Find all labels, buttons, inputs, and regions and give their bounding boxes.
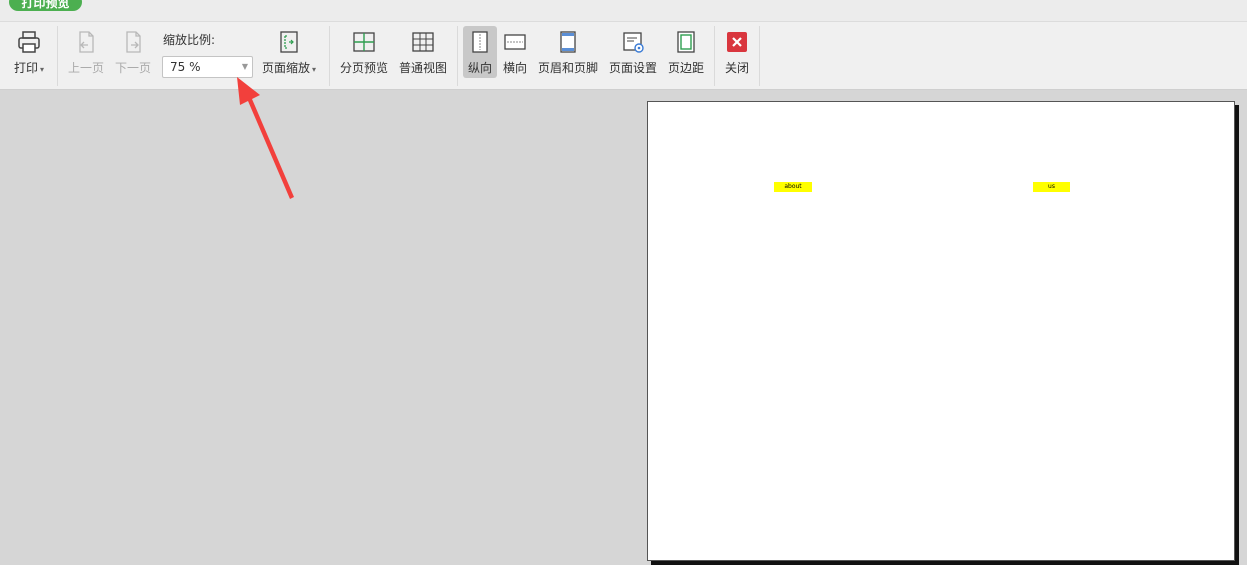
page-setup-icon bbox=[623, 32, 644, 53]
chevron-down-icon[interactable]: ▼ bbox=[242, 62, 248, 71]
next-page-label: 下一页 bbox=[114, 61, 151, 75]
zoom-value: 75 % bbox=[170, 60, 201, 74]
next-page-button[interactable]: 下一页 bbox=[113, 26, 153, 78]
page-break-preview-button[interactable]: 分页预览 bbox=[338, 26, 390, 78]
prev-page-button[interactable]: 上一页 bbox=[66, 26, 106, 78]
print-preview-toolbar: 打印 ▾ 上一页 下一页 缩放比例: 75 % ▼ 页面缩放 ▾ 分页预览 普通… bbox=[0, 22, 1247, 90]
header-footer-button[interactable]: 页眉和页脚 bbox=[537, 26, 599, 78]
print-label: 打印 bbox=[13, 61, 38, 75]
chevron-down-icon[interactable]: ▾ bbox=[312, 65, 316, 74]
chevron-down-icon[interactable]: ▾ bbox=[40, 65, 44, 74]
close-button[interactable]: 关闭 bbox=[721, 26, 753, 78]
header-footer-label: 页眉和页脚 bbox=[537, 61, 598, 75]
printer-icon bbox=[18, 31, 40, 53]
margins-button[interactable]: 页边距 bbox=[666, 26, 706, 78]
close-icon bbox=[727, 32, 747, 52]
separator bbox=[457, 26, 458, 86]
print-button[interactable]: 打印 ▾ bbox=[8, 26, 50, 78]
page-break-preview-label: 分页预览 bbox=[339, 61, 388, 75]
title-bar: 打印预览 bbox=[0, 0, 1247, 22]
portrait-button[interactable]: 纵向 bbox=[463, 26, 497, 78]
landscape-button[interactable]: 横向 bbox=[499, 26, 531, 78]
zoom-label: 缩放比例: bbox=[163, 33, 216, 47]
separator bbox=[57, 26, 58, 86]
normal-view-label: 普通视图 bbox=[398, 61, 447, 75]
page-break-icon bbox=[353, 32, 375, 52]
margins-label: 页边距 bbox=[667, 61, 704, 75]
landscape-page-icon bbox=[504, 34, 526, 50]
separator bbox=[759, 26, 760, 86]
portrait-page-icon bbox=[472, 31, 488, 53]
prev-page-icon bbox=[79, 31, 94, 53]
separator bbox=[714, 26, 715, 86]
next-page-icon bbox=[126, 31, 141, 53]
portrait-label: 纵向 bbox=[467, 61, 492, 75]
close-label: 关闭 bbox=[724, 61, 749, 75]
separator bbox=[329, 26, 330, 86]
highlighted-cell: about bbox=[774, 182, 812, 192]
preview-page: about us bbox=[647, 101, 1235, 561]
page-setup-button[interactable]: 页面设置 bbox=[607, 26, 659, 78]
page-zoom-icon bbox=[280, 31, 298, 53]
normal-view-button[interactable]: 普通视图 bbox=[397, 26, 449, 78]
margins-icon bbox=[677, 31, 695, 53]
header-footer-icon bbox=[560, 31, 576, 53]
print-preview-tab[interactable]: 打印预览 bbox=[9, 0, 82, 11]
page-zoom-button[interactable]: 页面缩放 ▾ bbox=[259, 26, 319, 78]
page-setup-label: 页面设置 bbox=[608, 61, 657, 75]
prev-page-label: 上一页 bbox=[67, 61, 104, 75]
landscape-label: 横向 bbox=[502, 61, 527, 75]
grid-icon bbox=[412, 32, 434, 52]
highlighted-cell: us bbox=[1033, 182, 1070, 192]
annotation-arrow-icon bbox=[237, 77, 294, 199]
